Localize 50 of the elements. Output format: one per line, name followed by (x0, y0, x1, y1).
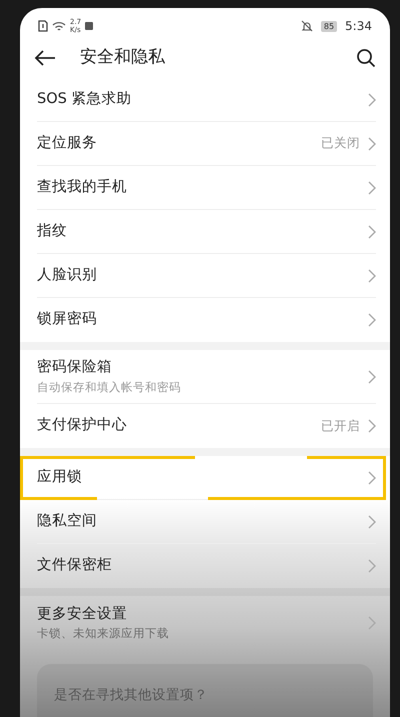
settings-row[interactable]: SOS 紧急求助 (20, 78, 390, 122)
sim-card-icon (38, 20, 48, 32)
settings-row[interactable]: 隐私空间 (20, 500, 390, 544)
row-title: 支付保护中心 (37, 416, 128, 436)
chevron-right-icon (368, 313, 376, 327)
settings-row[interactable]: 定位服务 已关闭 (20, 122, 390, 166)
wifi-icon (52, 20, 66, 32)
row-title: 密码保险箱 (37, 358, 113, 377)
row-title: 更多安全设置 (37, 604, 128, 624)
chevron-right-icon (368, 370, 376, 384)
settings-row[interactable]: 文件保密柜 (20, 544, 390, 588)
square-icon (85, 22, 94, 30)
row-title: 文件保密柜 (37, 556, 113, 576)
settings-row[interactable]: 更多安全设置 卡锁、未知来源应用下载 (20, 596, 390, 650)
row-value: 已开启 (321, 416, 360, 435)
row-title: 人脸识别 (37, 266, 98, 285)
settings-row[interactable]: 查找我的手机 (20, 166, 390, 210)
row-title: 定位服务 (37, 134, 98, 153)
row-title: SOS 紧急求助 (37, 90, 132, 109)
chevron-right-icon (368, 92, 376, 106)
settings-row[interactable]: 支付保护中心 已开启 (20, 404, 390, 448)
chevron-right-icon (368, 470, 376, 484)
row-value: 已关闭 (321, 134, 360, 152)
chevron-right-icon (368, 268, 376, 282)
chevron-right-icon (368, 559, 376, 573)
row-title: 应用锁 (37, 468, 83, 487)
chevron-right-icon (368, 514, 376, 528)
chevron-right-icon (368, 419, 376, 433)
settings-row[interactable]: 指纹 (20, 210, 390, 254)
settings-row[interactable]: 密码保险箱 自动保存和填入帐号和密码 (20, 350, 390, 404)
chevron-right-icon (368, 616, 376, 630)
row-subtitle: 卡锁、未知来源应用下载 (37, 625, 170, 642)
settings-row[interactable]: 应用锁 (20, 456, 390, 500)
page-title: 安全和隐私 (80, 46, 166, 70)
clock: 5:34 (345, 18, 372, 35)
bell-off-icon (300, 20, 313, 32)
chevron-right-icon (368, 180, 376, 194)
back-arrow-icon[interactable] (34, 49, 56, 67)
row-title: 查找我的手机 (37, 178, 128, 197)
row-title: 锁屏密码 (37, 310, 98, 330)
settings-row[interactable]: 锁屏密码 (20, 298, 390, 342)
row-title: 隐私空间 (37, 512, 98, 531)
card-question: 是否在寻找其他设置项？ (54, 687, 208, 703)
row-title: 指纹 (37, 222, 68, 241)
search-icon[interactable] (356, 48, 376, 68)
battery-level: 85 (320, 20, 338, 32)
settings-row[interactable]: 人脸识别 (20, 254, 390, 298)
chevron-right-icon (368, 224, 376, 238)
chevron-right-icon (368, 136, 376, 150)
row-subtitle: 自动保存和填入帐号和密码 (37, 378, 182, 396)
